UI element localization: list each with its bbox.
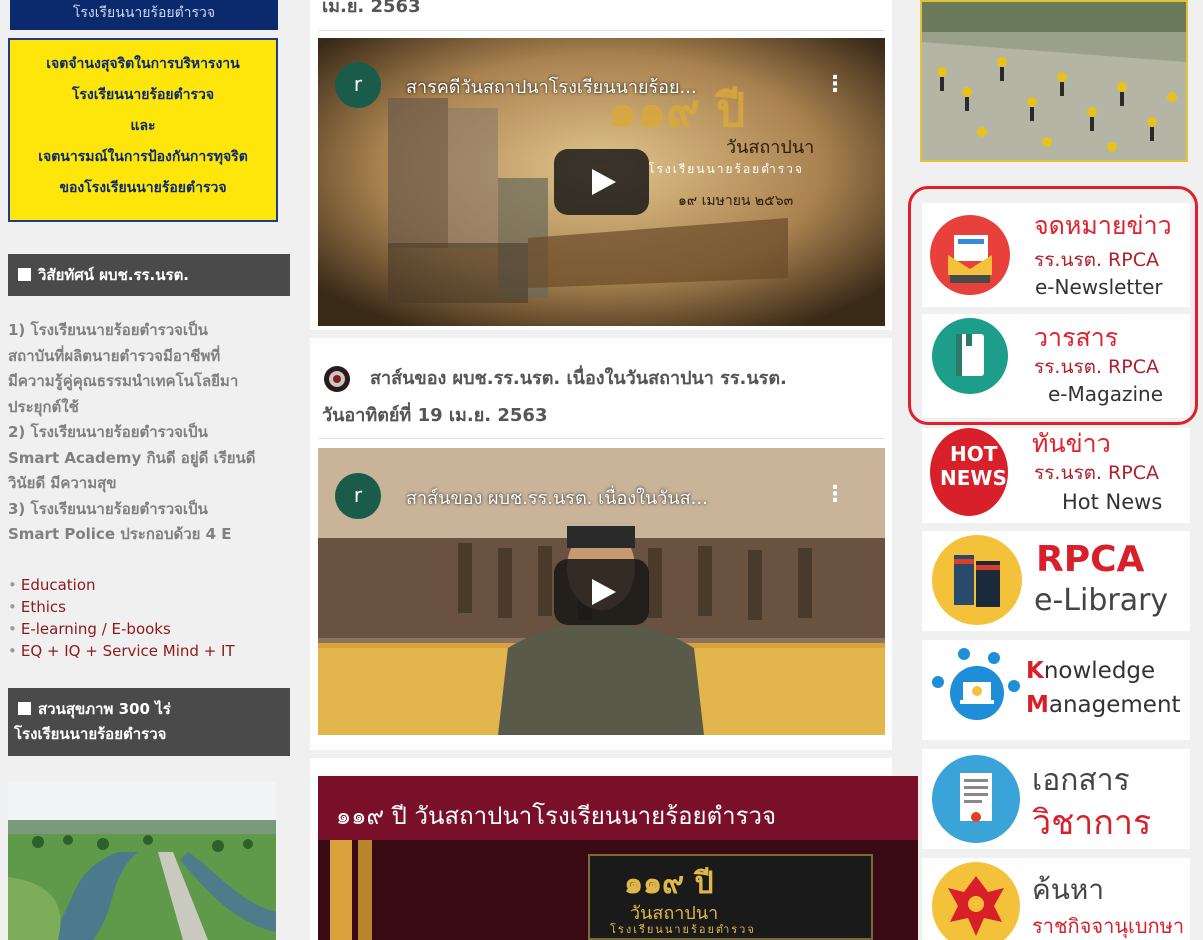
more-vert-icon[interactable]: ⋮ (824, 72, 846, 97)
vision-list: 1) โรงเรียนนายร้อยตำรวจเป็น สถาบันที่ผลิ… (8, 318, 293, 548)
post-title-line: วันอาทิตย์ที่ 19 เม.ย. 2563 (322, 405, 548, 426)
left-sidebar: โรงเรียนนายร้อยตำรวจ เจตจำนงสุจริตในการบ… (0, 0, 300, 940)
library-books-icon (932, 535, 1022, 625)
play-button[interactable] (554, 559, 649, 625)
integrity-declaration-link[interactable]: เจตจำนงสุจริตในการบริหารงาน โรงเรียนนายร… (8, 38, 278, 222)
divider (318, 438, 884, 439)
overlay-years: ๑๑๙ ปี (608, 83, 746, 137)
network-node-icon (1008, 680, 1020, 692)
more-vert-icon[interactable]: ⋮ (824, 482, 846, 507)
square-bullet-icon (18, 268, 31, 281)
park-heading-text: สวนสุขภาพ 300 ไร่ (38, 700, 171, 718)
hot-news-badge-icon: HOT NEWS! (930, 428, 1016, 516)
km-line2: Management (1026, 692, 1181, 718)
post-title-line: สาส์นของ ผบช.รร.นรต. เนื่องในวันสถาปนา ร… (370, 368, 787, 389)
banner-stage: ๑๑๙ ปี วันสถาปนา โรงเรียนนายร้อยตำรวจ (318, 840, 918, 940)
play-button[interactable] (554, 149, 649, 215)
integrity-line: และ (130, 118, 156, 134)
list-item: • Ethics (8, 596, 235, 618)
km-line1: Knowledge (1026, 658, 1155, 684)
integrity-line: เจตนารมณ์ในการป้องกันการทุจริต (38, 149, 248, 165)
channel-avatar[interactable]: r (335, 473, 381, 519)
plaque-school: โรงเรียนนายร้อยตำรวจ (610, 923, 756, 936)
hot-news-link[interactable]: HOT NEWS! ทันข่าว รร.นรต. RPCA Hot News (922, 428, 1190, 523)
vision-line: 3) โรงเรียนนายร้อยตำรวจเป็น (8, 499, 208, 518)
documentary-video-player[interactable]: r สารคดีวันสถาปนาโรงเรียนนายร้อย... ⋮ ๑๑… (318, 38, 885, 326)
channel-avatar[interactable]: r (335, 62, 381, 108)
network-node-icon (932, 676, 944, 688)
banner-pillar (358, 840, 372, 940)
rice-planting-photo[interactable] (920, 0, 1188, 162)
vision-heading: วิสัยทัศน์ ผบช.รร.นรต. (8, 254, 290, 296)
park-aerial-illustration (8, 782, 276, 940)
vision-line: Smart Police ประกอบด้วย 4 E (8, 525, 232, 543)
km-k-letter: K (1026, 658, 1044, 684)
vision-line: 1) โรงเรียนนายร้อยตำรวจเป็น (8, 321, 208, 339)
vision-heading-text: วิสัยทัศน์ ผบช.รร.นรต. (38, 266, 190, 284)
hot-news-label: Hot News (1062, 490, 1163, 514)
list-item-text: Ethics (20, 598, 66, 616)
park-heading-line: สวนสุขภาพ 300 ไร่ (18, 697, 290, 722)
badge-news: NEWS! (940, 466, 1016, 490)
bullet-icon: • (8, 620, 17, 638)
four-e-list: • Education • Ethics • E-learning / E-books… (8, 574, 235, 662)
square-bullet-icon (18, 702, 31, 715)
school-name-banner[interactable]: โรงเรียนนายร้อยตำรวจ (10, 0, 278, 30)
e-library-link[interactable]: RPCA e-Library (922, 531, 1190, 631)
academic-documents-link[interactable]: เอกสาร วิชาการ (922, 749, 1190, 849)
integrity-line: เจตจำนงสุจริตในการบริหารงาน (46, 56, 240, 72)
banner-pillar (330, 840, 352, 940)
bullet-icon: • (8, 576, 17, 594)
list-item: • E-learning / E-books (8, 618, 235, 640)
anniversary-banner[interactable]: ๑๑๙ ปี วันสถาปนาโรงเรียนนายร้อยตำรวจ ๑๑๙… (318, 776, 918, 940)
post-title[interactable]: สาส์นของ ผบช.รร.นรต. เนื่องในวันสถาปนา ร… (322, 360, 882, 434)
park-heading-line: โรงเรียนนายร้อยตำรวจ (14, 725, 167, 743)
knowledge-network-icon (950, 666, 1004, 720)
badge-hot: HOT (950, 442, 998, 466)
hot-news-subtitle: รร.นรต. RPCA (1034, 462, 1159, 484)
divider (318, 30, 884, 31)
network-node-icon (988, 652, 1000, 664)
banner-plaque: ๑๑๙ ปี วันสถาปนา โรงเรียนนายร้อยตำรวจ (588, 854, 873, 940)
park-aerial-photo[interactable] (8, 782, 276, 940)
video-title[interactable]: สาส์นของ ผบช.รร.นรต. เนื่องในวันส... (406, 483, 708, 512)
gazette-title: ค้นหา (1032, 873, 1105, 906)
integrity-line: โรงเรียนนายร้อยตำรวจ (71, 87, 215, 103)
gazette-label: ราชกิจจานุเบกษา (1032, 914, 1185, 938)
vision-line: Smart Academy กินดี อยู่ดี เรียนดี (8, 448, 256, 467)
list-item-text: E-learning / E-books (20, 620, 171, 638)
vision-line: ประยุกต์ใช้ (8, 397, 79, 416)
library-label: e-Library (1034, 583, 1169, 618)
bullet-icon: • (8, 642, 17, 660)
overlay-date: ๑๙ เมษายน ๒๕๖๓ (678, 193, 794, 209)
network-node-icon (958, 648, 970, 660)
commander-message-video-player[interactable]: r สาส์นของ ผบช.รร.นรต. เนื่องในวันส... ⋮ (318, 448, 885, 735)
vision-line: วินัยดี มีความสุข (8, 474, 117, 492)
rice-field-illustration (922, 2, 1186, 160)
vision-line: 2) โรงเรียนนายร้อยตำรวจเป็น (8, 423, 208, 441)
km-line2-text: anagement (1048, 692, 1181, 718)
integrity-line: ของโรงเรียนนายร้อยตำรวจ (59, 180, 227, 196)
knowledge-management-link[interactable]: Knowledge Management (922, 640, 1190, 740)
overlay-school: โรงเรียนนายร้อยตำรวจ (648, 162, 804, 176)
academic-label: วิชาการ (1032, 803, 1152, 843)
banner-title: ๑๑๙ ปี วันสถาปนาโรงเรียนนายร้อยตำรวจ (336, 802, 777, 830)
km-line1-text: nowledge (1043, 658, 1156, 684)
km-m-letter: M (1026, 692, 1049, 718)
list-item: • Education (8, 574, 235, 596)
list-item: • EQ + IQ + Service Mind + IT (8, 640, 235, 662)
vision-line: มีความรู้คู่คุณธรรมนำเทคโนโลยีมา (8, 372, 239, 390)
highlight-frame (908, 186, 1198, 425)
royal-gazette-search-link[interactable]: ค้นหา ราชกิจจานุเบกษา (922, 858, 1190, 940)
vision-line: สถาบันที่ผลิตนายตำรวจมีอาชีพที่ (8, 346, 221, 365)
library-title: RPCA (1036, 539, 1145, 580)
list-item-text: Education (20, 576, 96, 594)
park-heading: สวนสุขภาพ 300 ไร่ โรงเรียนนายร้อยตำรวจ (8, 688, 290, 756)
date-fragment: เม.ย. 2563 (322, 0, 421, 17)
bullet-icon: • (8, 598, 17, 616)
overlay-founding: วันสถาปนา (726, 137, 815, 158)
garuda-emblem-icon (932, 862, 1020, 940)
list-item-text: EQ + IQ + Service Mind + IT (20, 642, 235, 660)
document-icon (932, 755, 1020, 843)
